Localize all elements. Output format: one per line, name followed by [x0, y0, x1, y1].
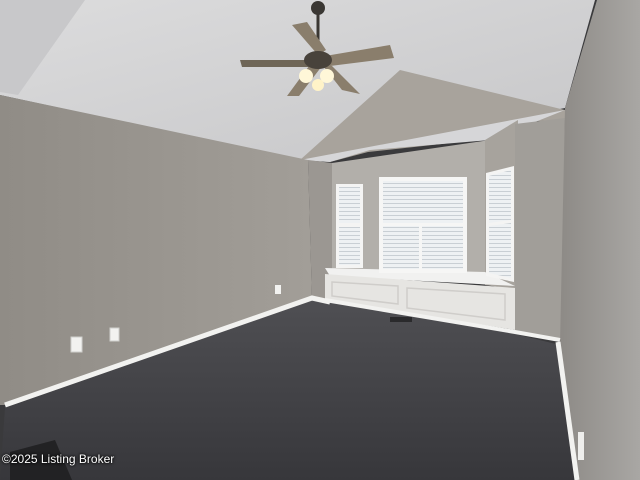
room-scene	[0, 0, 640, 480]
fan-light	[299, 69, 313, 83]
room-photo: ©2025 Listing Broker	[0, 0, 640, 480]
fan-blade	[240, 60, 312, 67]
right-pillar	[515, 118, 565, 340]
wall-outlet	[275, 285, 281, 294]
wall-outlet	[70, 336, 83, 353]
wall-outlet	[578, 432, 584, 460]
left-window	[336, 184, 363, 268]
floor-vent	[390, 317, 412, 322]
right-window	[486, 166, 514, 282]
wall-outlet	[109, 327, 120, 342]
watermark-caption: ©2025 Listing Broker	[2, 452, 115, 466]
fan-light	[312, 79, 324, 91]
center-window	[379, 177, 467, 273]
